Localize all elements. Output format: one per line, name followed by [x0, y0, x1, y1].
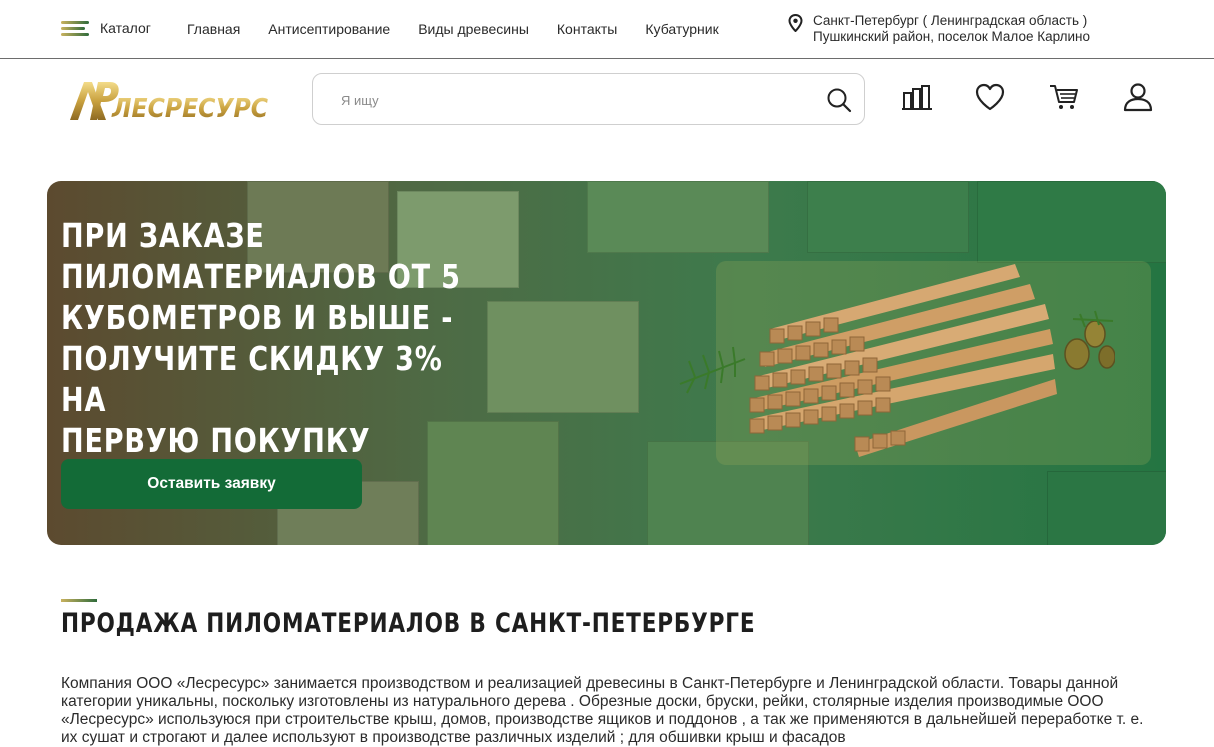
site-logo[interactable]: ЛЕСРЕСУРС [68, 80, 272, 122]
compare-icon[interactable] [901, 82, 933, 112]
cart-icon[interactable] [1048, 82, 1080, 112]
nav-link-home[interactable]: Главная [187, 21, 240, 37]
location-pin-icon [788, 14, 803, 32]
banner-headline-line: ПОЛУЧИТЕ СКИДКУ 3% НА [61, 339, 443, 419]
leave-request-button[interactable]: Оставить заявку [61, 459, 362, 509]
menu-icon [61, 20, 89, 36]
banner-headline: ПРИ ЗАКАЗЕ ПИЛОМАТЕРИАЛОВ ОТ 5 КУБОМЕТРО… [61, 215, 487, 461]
search-box [312, 73, 865, 125]
nav-link-wood-types[interactable]: Виды древесины [418, 21, 529, 37]
catalog-label: Каталог [100, 20, 151, 36]
beams [749, 264, 1057, 457]
location-line-city: Санкт-Петербург ( Ленинградская область … [813, 13, 1088, 28]
main-nav: Главная Антисептирование Виды древесины … [187, 21, 747, 37]
promo-banner: ПРИ ЗАКАЗЕ ПИЛОМАТЕРИАЛОВ ОТ 5 КУБОМЕТРО… [47, 181, 1166, 545]
lumber-block [1047, 471, 1166, 545]
heart-icon[interactable] [974, 82, 1006, 112]
lumber-block [487, 301, 639, 413]
nav-link-contacts[interactable]: Контакты [557, 21, 617, 37]
svg-text:ЛЕСРЕСУРС: ЛЕСРЕСУРС [111, 94, 268, 122]
lumber-block [977, 181, 1166, 263]
location-info: Санкт-Петербург ( Ленинградская область … [788, 13, 1090, 45]
lumber-stack-image [679, 264, 1115, 457]
banner-headline-line: КУБОМЕТРОВ И ВЫШЕ - [61, 298, 454, 337]
nav-link-antiseptic[interactable]: Антисептирование [268, 21, 390, 37]
banner-headline-line: ПИЛОМАТЕРИАЛОВ ОТ 5 [61, 257, 461, 296]
nav-link-volume-calculator[interactable]: Кубатурник [645, 21, 718, 37]
section-accent-line [61, 599, 97, 602]
top-navigation-bar: Каталог Главная Антисептирование Виды др… [0, 0, 1214, 59]
search-input[interactable] [339, 87, 813, 113]
fir-branch [679, 346, 746, 394]
user-icon[interactable] [1122, 82, 1154, 112]
search-icon[interactable] [826, 87, 852, 113]
fir-cones [1064, 310, 1115, 370]
section-description: Компания ООО «Лесресурс» занимается прои… [61, 675, 1144, 746]
lumber-block [807, 181, 969, 253]
banner-headline-line: ПЕРВУЮ ПОКУПКУ [61, 421, 371, 460]
section-title: ПРОДАЖА ПИЛОМАТЕРИАЛОВ В САНКТ-ПЕТЕРБУРГ… [61, 608, 756, 639]
location-line-address: Пушкинский район, поселок Малое Карлино [813, 29, 1091, 44]
lumber-block [587, 181, 769, 253]
catalog-menu-button[interactable]: Каталог [61, 20, 151, 36]
banner-headline-line: ПРИ ЗАКАЗЕ [61, 216, 265, 255]
